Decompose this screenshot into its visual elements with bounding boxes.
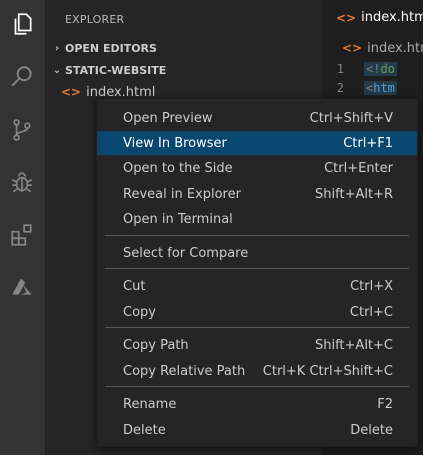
menu-item-view-in-browser[interactable]: View In Browser Ctrl+F1: [97, 131, 417, 155]
code-text: <htm: [364, 80, 397, 95]
menu-item-open-preview[interactable]: Open Preview Ctrl+Shift+V: [97, 106, 417, 130]
files-icon[interactable]: [8, 10, 36, 38]
tab-label: index.html: [361, 10, 423, 25]
workspace-folder-header[interactable]: ⌄ STATIC-WEBSITE: [45, 59, 322, 81]
menu-separator: [105, 268, 409, 269]
chevron-down-icon: ⌄: [52, 64, 62, 76]
breadcrumb-label: index.html: [367, 40, 423, 56]
context-menu: Open Preview Ctrl+Shift+V View In Browse…: [96, 98, 418, 447]
menu-separator: [105, 386, 409, 387]
menu-item-copy[interactable]: Copy Ctrl+C: [97, 300, 417, 324]
line-number: 2: [336, 80, 344, 95]
open-editors-header[interactable]: › OPEN EDITORS: [45, 37, 322, 59]
section-label: STATIC-WEBSITE: [65, 63, 167, 77]
extensions-icon[interactable]: [8, 221, 36, 249]
code-line[interactable]: 1 <!do: [322, 59, 423, 78]
search-icon[interactable]: [8, 63, 36, 91]
line-number: 1: [336, 61, 344, 76]
source-control-icon[interactable]: [8, 116, 36, 144]
menu-item-copy-path[interactable]: Copy Path Shift+Alt+C: [97, 333, 417, 357]
html-file-icon: <>: [336, 10, 357, 25]
menu-separator: [105, 327, 409, 328]
menu-item-delete[interactable]: Delete Delete: [97, 418, 417, 442]
activity-bar: [0, 0, 45, 455]
menu-item-open-in-terminal[interactable]: Open in Terminal: [97, 207, 417, 231]
tab-index-html[interactable]: <> index.html: [322, 0, 423, 35]
code-line[interactable]: 2 <htm: [322, 78, 423, 97]
tab-bar: <> index.html: [322, 0, 423, 35]
menu-item-copy-relative-path[interactable]: Copy Relative Path Ctrl+K Ctrl+Shift+C: [97, 359, 417, 383]
breadcrumb[interactable]: <> index.html: [322, 38, 423, 58]
menu-item-reveal-in-explorer[interactable]: Reveal in Explorer Shift+Alt+R: [97, 182, 417, 206]
menu-separator: [105, 235, 409, 236]
sidebar-title: EXPLORER: [65, 13, 125, 26]
azure-icon[interactable]: [8, 273, 36, 301]
menu-item-cut[interactable]: Cut Ctrl+X: [97, 274, 417, 298]
html-file-icon: <>: [61, 85, 82, 99]
menu-item-select-for-compare[interactable]: Select for Compare: [97, 241, 417, 265]
debug-icon[interactable]: [8, 169, 36, 197]
menu-item-open-to-the-side[interactable]: Open to the Side Ctrl+Enter: [97, 156, 417, 180]
menu-item-rename[interactable]: Rename F2: [97, 392, 417, 416]
code-text: <!do: [364, 61, 397, 76]
section-label: OPEN EDITORS: [65, 41, 157, 55]
chevron-right-icon: ›: [54, 42, 60, 54]
html-file-icon: <>: [342, 41, 363, 55]
